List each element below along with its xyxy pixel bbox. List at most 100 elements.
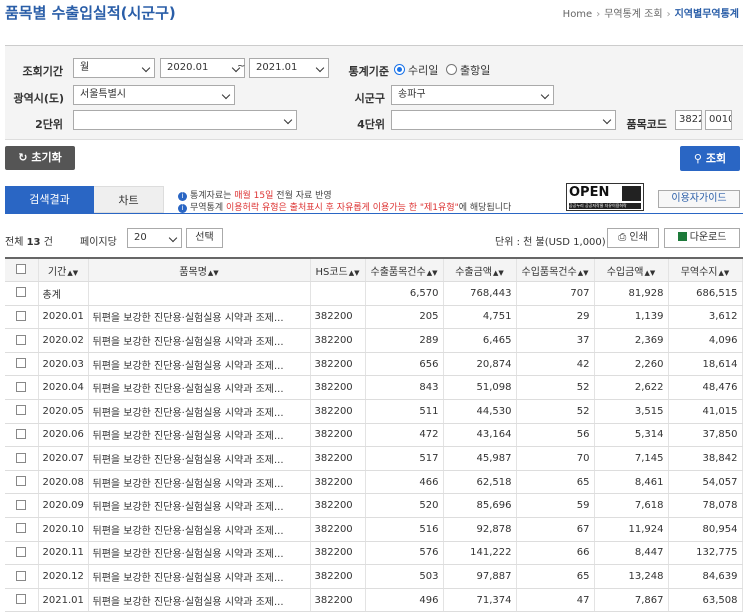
tab-results[interactable]: 검색결과	[5, 186, 94, 213]
cell-name[interactable]: 뒤편을 보강한 진단용·실험실용 시약과 조제...	[88, 517, 311, 542]
cell-name[interactable]: 뒤편을 보강한 진단용·실험실용 시약과 조제...	[88, 423, 311, 448]
district-select[interactable]: 송파구	[391, 85, 554, 105]
search-button[interactable]: ⚲ 조회	[680, 146, 740, 171]
table-row[interactable]: 2020.05 뒤편을 보강한 진단용·실험실용 시약과 조제... 382200 5…	[5, 399, 743, 424]
print-label: 인쇄	[629, 232, 648, 243]
row-checkbox[interactable]	[5, 399, 39, 424]
select-all-checkbox[interactable]	[5, 257, 39, 283]
cell-hs: 382200	[310, 541, 366, 566]
table-row[interactable]: 2020.09 뒤편을 보강한 진단용·실험실용 시약과 조제... 382200 5…	[5, 493, 743, 519]
col-header-export-amount[interactable]: 수출금액▲▼	[443, 257, 517, 283]
cell-import-amount: 7,867	[594, 588, 669, 613]
cell-name[interactable]: 뒤편을 보강한 진단용·실험실용 시약과 조제...	[88, 446, 311, 471]
row-checkbox[interactable]	[5, 423, 39, 448]
row-checkbox[interactable]	[5, 564, 39, 589]
unit2-select[interactable]	[73, 110, 297, 130]
row-checkbox[interactable]	[5, 517, 39, 542]
period-unit-select[interactable]: 월	[73, 58, 155, 78]
unit4-select[interactable]	[391, 110, 616, 130]
table-row[interactable]: 2020.12 뒤편을 보강한 진단용·실험실용 시약과 조제... 382200 5…	[5, 564, 743, 589]
checkbox-icon	[16, 594, 27, 605]
cell-period: 2020.12	[38, 564, 89, 589]
per-page-label: 페이지당	[80, 237, 117, 248]
reset-label: 초기화	[31, 151, 62, 164]
col-header-balance[interactable]: 무역수지▲▼	[668, 257, 743, 283]
radio-basis-receipt[interactable]: 수리일	[394, 62, 438, 78]
cell-export-amount: 62,518	[443, 470, 517, 495]
select-button[interactable]: 선택	[186, 228, 223, 248]
row-checkbox[interactable]	[5, 470, 39, 495]
cell-balance: 54,057	[668, 470, 743, 495]
magnifier-icon: ⚲	[693, 152, 702, 165]
checkbox-icon	[16, 546, 27, 557]
cell-name[interactable]: 뒤편을 보강한 진단용·실험실용 시약과 조제...	[88, 588, 311, 613]
table-row[interactable]: 2020.02 뒤편을 보강한 진단용·실험실용 시약과 조제... 382200 2…	[5, 328, 743, 353]
col-header-import-amount[interactable]: 수입금액▲▼	[594, 257, 669, 283]
cell-name[interactable]: 뒤편을 보강한 진단용·실험실용 시약과 조제...	[88, 541, 311, 566]
cell-export-count: 205	[365, 305, 444, 330]
breadcrumb-regional[interactable]: 지역별무역통계	[675, 9, 739, 20]
cell-name[interactable]: 뒤편을 보강한 진단용·실험실용 시약과 조제...	[88, 399, 311, 424]
table-row[interactable]: 2020.01 뒤편을 보강한 진단용·실험실용 시약과 조제... 382200 2…	[5, 305, 743, 330]
print-button[interactable]: ⎙ 인쇄	[607, 228, 659, 248]
cell-name[interactable]: 뒤편을 보강한 진단용·실험실용 시약과 조제...	[88, 470, 311, 495]
cell-export-amount: 51,098	[443, 375, 517, 401]
sort-updown-icon: ▲▼	[718, 268, 730, 277]
col-header-name[interactable]: 품목명▲▼	[88, 257, 311, 283]
code-input-1[interactable]: 3822	[675, 110, 702, 130]
sort-updown-icon: ▲▼	[493, 268, 504, 277]
table-row[interactable]: 2020.06 뒤편을 보강한 진단용·실험실용 시약과 조제... 382200 4…	[5, 423, 743, 448]
col-header-import-count[interactable]: 수입품목건수▲▼	[516, 257, 595, 283]
notice-text: 무역통계	[190, 203, 226, 213]
col-header-period[interactable]: 기간▲▼	[38, 257, 89, 283]
table-row[interactable]: 2020.03 뒤편을 보강한 진단용·실험실용 시약과 조제... 382200 6…	[5, 352, 743, 377]
notice-text: 에 해당됩니다	[458, 203, 512, 213]
cell-export-amount: 85,696	[443, 493, 517, 519]
cell-period: 2020.01	[38, 305, 89, 330]
table-row[interactable]: 2020.11 뒤편을 보강한 진단용·실험실용 시약과 조제... 382200 5…	[5, 541, 743, 566]
period-from-select[interactable]: 2020.01	[160, 58, 245, 78]
reset-button[interactable]: ↻ 초기화	[5, 146, 75, 170]
table-row[interactable]: 2020.04 뒤편을 보강한 진단용·실험실용 시약과 조제... 382200 8…	[5, 375, 743, 401]
province-value: 서울특별시	[80, 89, 126, 100]
col-label: 수입금액	[606, 266, 644, 278]
row-checkbox[interactable]	[5, 375, 39, 401]
period-to-select[interactable]: 2021.01	[249, 58, 329, 78]
row-checkbox[interactable]	[5, 281, 39, 306]
col-header-hs[interactable]: HS코드▲▼	[310, 257, 366, 283]
cell-name[interactable]: 뒤편을 보강한 진단용·실험실용 시약과 조제...	[88, 375, 311, 401]
tab-chart[interactable]: 차트	[94, 186, 164, 213]
table-row[interactable]: 2021.01 뒤편을 보강한 진단용·실험실용 시약과 조제... 382200 4…	[5, 588, 743, 613]
cell-export-count: 466	[365, 470, 444, 495]
user-guide-button[interactable]: 이용자가이드	[658, 190, 740, 208]
radio-basis-departure[interactable]: 출항일	[446, 62, 490, 78]
cell-export-count: 843	[365, 375, 444, 401]
row-checkbox[interactable]	[5, 328, 39, 353]
row-checkbox[interactable]	[5, 588, 39, 613]
code-input-2[interactable]: 0010	[705, 110, 732, 130]
download-button[interactable]: 다운로드	[664, 228, 740, 248]
row-checkbox[interactable]	[5, 493, 39, 519]
cell-name[interactable]: 뒤편을 보강한 진단용·실험실용 시약과 조제...	[88, 328, 311, 353]
table-row[interactable]: 2020.10 뒤편을 보강한 진단용·실험실용 시약과 조제... 382200 5…	[5, 517, 743, 542]
col-header-export-count[interactable]: 수출품목건수▲▼	[365, 257, 444, 283]
row-checkbox[interactable]	[5, 541, 39, 566]
chevron-right-icon: ›	[596, 9, 601, 20]
cell-name[interactable]: 뒤편을 보강한 진단용·실험실용 시약과 조제...	[88, 564, 311, 589]
cell-hs	[310, 281, 366, 306]
row-checkbox[interactable]	[5, 305, 39, 330]
row-checkbox[interactable]	[5, 446, 39, 471]
province-select[interactable]: 서울특별시	[73, 85, 235, 105]
chevron-down-icon	[602, 115, 612, 125]
breadcrumb-trade-stats[interactable]: 무역통계 조회	[604, 9, 662, 20]
row-checkbox[interactable]	[5, 352, 39, 377]
per-page-select[interactable]: 20	[127, 228, 182, 248]
breadcrumb-home[interactable]: Home	[563, 9, 593, 20]
cell-name[interactable]: 뒤편을 보강한 진단용·실험실용 시약과 조제...	[88, 352, 311, 377]
cell-name[interactable]: 뒤편을 보강한 진단용·실험실용 시약과 조제...	[88, 305, 311, 330]
table-row[interactable]: 2020.08 뒤편을 보강한 진단용·실험실용 시약과 조제... 382200 4…	[5, 470, 743, 495]
search-label: 조회	[705, 152, 727, 165]
checkbox-icon	[16, 264, 27, 275]
cell-name[interactable]: 뒤편을 보강한 진단용·실험실용 시약과 조제...	[88, 493, 311, 519]
table-row[interactable]: 2020.07 뒤편을 보강한 진단용·실험실용 시약과 조제... 382200 5…	[5, 446, 743, 471]
